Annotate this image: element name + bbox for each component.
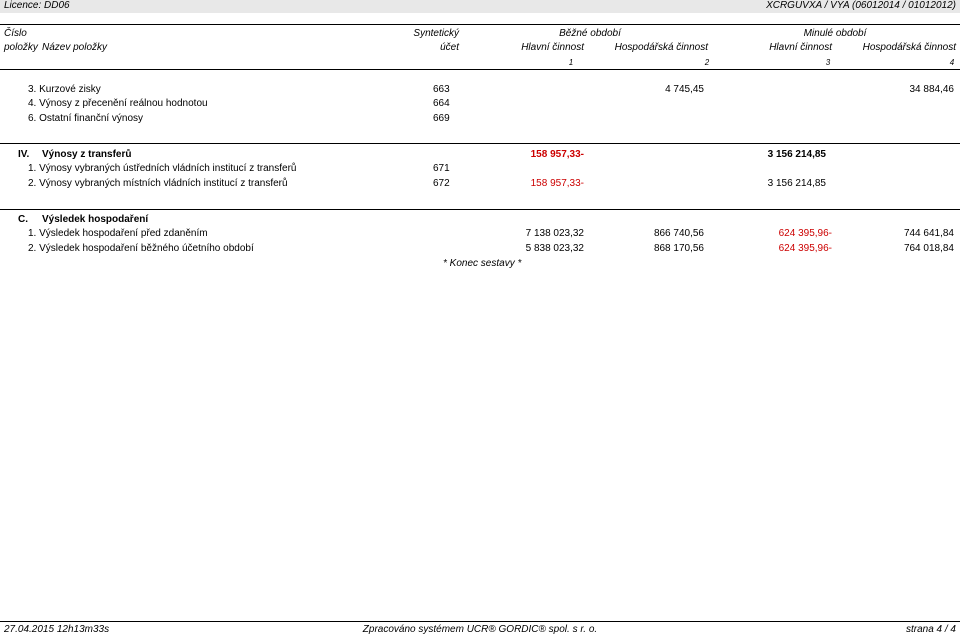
- section-iv-num: IV.: [18, 149, 30, 160]
- section-c-num: C.: [18, 214, 28, 225]
- row-vh-pred-zdanenim-label: 1. Výsledek hospodaření před zdaněním: [28, 228, 208, 239]
- row-ostatni-ucet: 669: [433, 113, 450, 124]
- row-kurzove-zisky-c4: 34 884,46: [909, 84, 955, 95]
- section-c-title: Výsledek hospodaření: [42, 214, 149, 225]
- section-iv-title: Výnosy z transferů: [42, 149, 132, 160]
- row-preceneni-ucet: 664: [433, 98, 450, 109]
- section-iv-c3: 3 156 214,85: [767, 149, 826, 160]
- footer-page: strana 4 / 4: [905, 624, 956, 635]
- row-vh-pred-zdanenim-c4: 744 641,84: [903, 228, 954, 239]
- row-ustredni-label: 1. Výnosy vybraných ústředních vládních …: [28, 163, 297, 174]
- col-hlavni-1: Hlavní činnost: [521, 42, 584, 53]
- col-hosp-2: Hospodářská činnost: [862, 42, 956, 53]
- row-mistni-label: 2. Výnosy vybraných místních vládních in…: [28, 178, 288, 189]
- col-bezne-obdobi: Běžné období: [559, 28, 621, 39]
- col-nazev: Název položky: [42, 42, 108, 53]
- col-num-3: 3: [825, 58, 831, 67]
- col-num-1: 1: [568, 58, 574, 67]
- row-preceneni-label: 4. Výnosy z přecenění reálnou hodnotou: [28, 98, 208, 109]
- row-vh-pred-zdanenim-c2: 866 740,56: [653, 228, 704, 239]
- section-iv-rule: [0, 143, 960, 144]
- col-cislo: Číslo: [4, 28, 27, 39]
- row-mistni-ucet: 672: [433, 178, 450, 189]
- row-ustredni-ucet: 671: [433, 163, 450, 174]
- row-mistni-c1: 158 957,33-: [530, 178, 584, 189]
- footer-date: 27.04.2015 12h13m33s: [4, 624, 110, 635]
- footer-system: Zpracováno systémem UCR® GORDIC® spol. s…: [362, 624, 598, 635]
- col-hlavni-2: Hlavní činnost: [769, 42, 832, 53]
- row-ostatni-label: 6. Ostatní finanční výnosy: [28, 113, 144, 124]
- row-mistni-c3: 3 156 214,85: [767, 178, 826, 189]
- footer-rule: [0, 621, 960, 622]
- row-vh-pred-zdanenim-c1: 7 138 023,32: [525, 228, 584, 239]
- end-of-report: * Konec sestavy *: [443, 258, 522, 269]
- row-vh-bezneho-c3: 624 395,96-: [778, 243, 832, 254]
- row-vh-bezneho-c1: 5 838 023,32: [525, 243, 584, 254]
- header-bottom-rule: [0, 69, 960, 70]
- section-iv-c1: 158 957,33-: [530, 149, 584, 160]
- col-ucet: účet: [440, 42, 459, 53]
- row-kurzove-zisky-ucet: 663: [433, 84, 450, 95]
- row-vh-bezneho-c4: 764 018,84: [903, 243, 954, 254]
- section-c-rule: [0, 209, 960, 210]
- row-vh-bezneho-label: 2. Výsledek hospodaření běžného účetního…: [28, 243, 254, 254]
- col-num-4: 4: [949, 58, 955, 67]
- col-hosp-1: Hospodářská činnost: [614, 42, 708, 53]
- col-minule-obdobi: Minulé období: [803, 28, 867, 39]
- row-kurzove-zisky-label: 3. Kurzové zisky: [28, 84, 101, 95]
- col-synteticky: Syntetický: [413, 28, 459, 39]
- row-kurzove-zisky-c2: 4 745,45: [665, 84, 704, 95]
- col-num-2: 2: [704, 58, 710, 67]
- row-vh-bezneho-c2: 868 170,56: [653, 243, 704, 254]
- header-top-rule: [0, 24, 960, 25]
- report-id: XCRGUVXA / VYA (06012014 / 01012012): [766, 0, 956, 11]
- licence-label: Licence: DD06: [4, 0, 70, 11]
- row-vh-pred-zdanenim-c3: 624 395,96-: [778, 228, 832, 239]
- col-polozky: položky: [4, 42, 38, 53]
